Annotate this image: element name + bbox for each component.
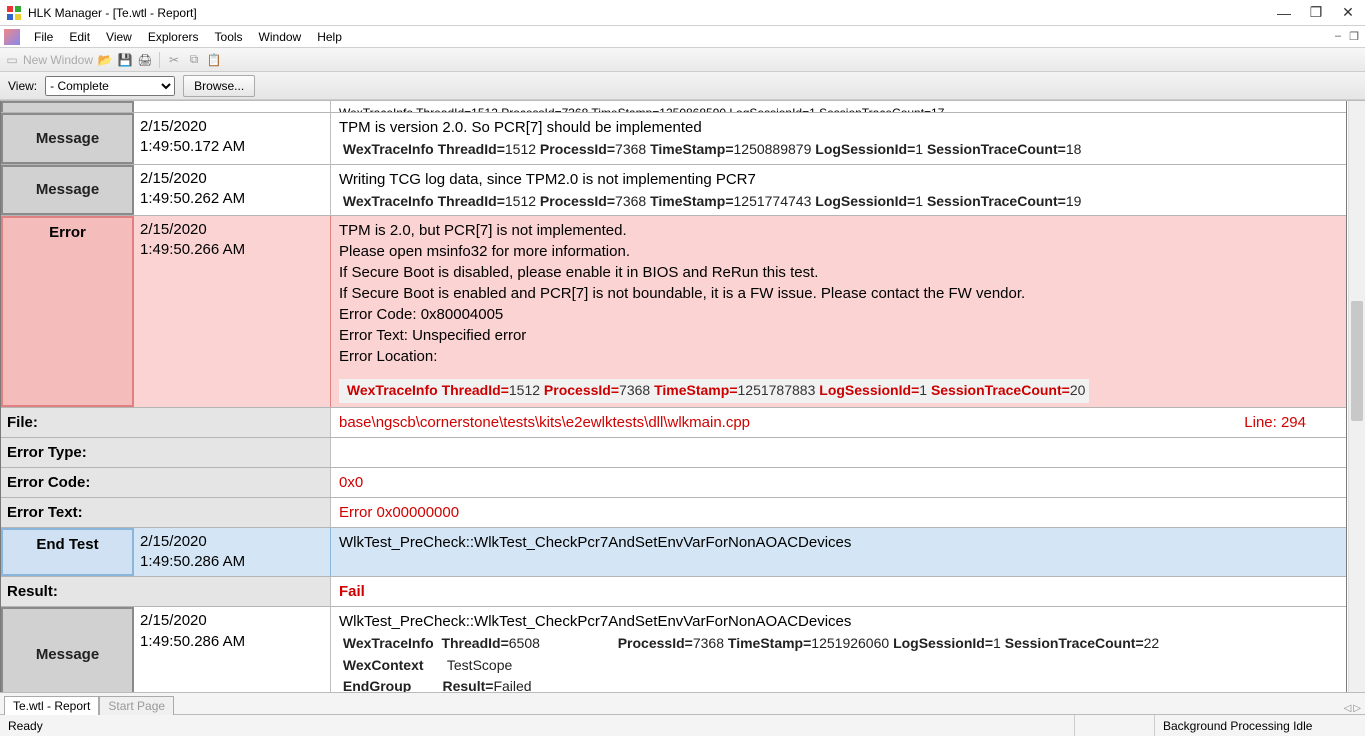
open-icon[interactable]: 📂 (97, 52, 113, 68)
meta-row-result: Result: Fail (1, 577, 1346, 607)
row-text: TPM is version 2.0. So PCR[7] should be … (339, 117, 1338, 138)
trace-line: WexContext TestScope (339, 656, 1338, 676)
trace-line: WexTraceInfo ThreadId=1512 ProcessId=736… (339, 140, 1338, 160)
meta-value: Fail (331, 577, 1346, 606)
row-type: Message (1, 113, 134, 164)
row-text: WlkTest_PreCheck::WlkTest_CheckPcr7AndSe… (331, 528, 1346, 577)
mdi-restore-icon[interactable]: ❐ (1347, 30, 1361, 43)
window-title: HLK Manager - [Te.wtl - Report] (28, 6, 1277, 20)
menu-tools[interactable]: Tools (207, 28, 251, 46)
tab-report[interactable]: Te.wtl - Report (4, 696, 99, 715)
report-area: WexTraceInfo ThreadId=1512 ProcessId=736… (0, 100, 1365, 692)
row-type: Error (1, 216, 134, 407)
maximize-button[interactable]: ❐ (1309, 6, 1323, 20)
view-select[interactable]: - Complete (45, 76, 175, 96)
tab-start-page[interactable]: Start Page (99, 696, 174, 715)
row-time: 1:49:50.286 AM (140, 632, 324, 652)
menu-view[interactable]: View (98, 28, 140, 46)
meta-label: Error Code: (1, 468, 331, 497)
meta-row-error-code: Error Code: 0x0 (1, 468, 1346, 498)
meta-value (331, 438, 1346, 467)
viewbar: View: - Complete Browse... (0, 72, 1365, 100)
row-date: 2/15/2020 (140, 611, 324, 631)
cut-icon[interactable]: ✂ (166, 52, 182, 68)
tab-nav-right-icon[interactable]: ▷ (1353, 703, 1361, 714)
mdi-icon (4, 29, 20, 45)
error-line: If Secure Boot is enabled and PCR[7] is … (339, 283, 1338, 304)
row-type: Message (1, 165, 134, 216)
menu-explorers[interactable]: Explorers (140, 28, 207, 46)
trace-line: WexTraceInfo ThreadId=1512 ProcessId=736… (339, 192, 1338, 212)
error-trace: WexTraceInfo ThreadId=1512 ProcessId=736… (339, 379, 1089, 403)
error-line: Error Code: 0x80004005 (339, 304, 1338, 325)
error-line: TPM is 2.0, but PCR[7] is not implemente… (339, 220, 1338, 241)
tab-nav-left-icon[interactable]: ◁ (1344, 703, 1352, 714)
row-time: 1:49:50.266 AM (140, 240, 324, 260)
menu-file[interactable]: File (26, 28, 61, 46)
trace-text: WexTraceInfo ThreadId=1512 ProcessId=736… (339, 106, 944, 113)
row-time: 1:49:50.262 AM (140, 189, 324, 209)
row-type: Message (1, 607, 134, 692)
row-time: 1:49:50.286 AM (140, 552, 324, 572)
toolbar: ▭ New Window 📂 💾 🖨 ✂ ⧉ 📋 (0, 48, 1365, 72)
view-label: View: (8, 79, 37, 93)
meta-row-file: File: base\ngscb\cornerstone\tests\kits\… (1, 408, 1346, 438)
meta-value: 0x0 (331, 468, 1346, 497)
document-tabs: Te.wtl - Report Start Page ◁ ▷ (0, 692, 1365, 714)
log-row-message[interactable]: Message 2/15/2020 1:49:50.286 AM WlkTest… (1, 607, 1346, 692)
meta-label: Error Text: (1, 498, 331, 527)
new-window-icon: ▭ (4, 52, 20, 68)
new-window-button[interactable]: ▭ New Window (4, 52, 93, 68)
log-row-endtest[interactable]: End Test 2/15/2020 1:49:50.286 AM WlkTes… (1, 528, 1346, 578)
error-line: Please open msinfo32 for more informatio… (339, 241, 1338, 262)
close-button[interactable]: ✕ (1341, 6, 1355, 20)
row-type: End Test (1, 528, 134, 577)
print-icon[interactable]: 🖨 (137, 52, 153, 68)
row-date: 2/15/2020 (140, 169, 324, 189)
meta-row-error-text: Error Text: Error 0x00000000 (1, 498, 1346, 528)
meta-row-error-type: Error Type: (1, 438, 1346, 468)
status-ready: Ready (0, 715, 1075, 736)
menubar: File Edit View Explorers Tools Window He… (0, 26, 1365, 48)
menu-edit[interactable]: Edit (61, 28, 98, 46)
error-line: Error Text: Unspecified error (339, 325, 1338, 346)
copy-icon[interactable]: ⧉ (186, 52, 202, 68)
browse-button[interactable]: Browse... (183, 75, 255, 97)
status-cell (1075, 715, 1155, 736)
trace-line: WexTraceInfo ThreadId=6508 ProcessId=736… (339, 634, 1338, 654)
log-row: WexTraceInfo ThreadId=1512 ProcessId=736… (1, 101, 1346, 113)
save-icon[interactable]: 💾 (117, 52, 133, 68)
vertical-scrollbar[interactable] (1348, 101, 1365, 692)
mdi-minimize-icon[interactable]: – (1333, 30, 1343, 43)
row-text: WlkTest_PreCheck::WlkTest_CheckPcr7AndSe… (339, 611, 1338, 632)
log-row-message[interactable]: Message 2/15/2020 1:49:50.262 AM Writing… (1, 165, 1346, 217)
menu-help[interactable]: Help (309, 28, 350, 46)
window-titlebar: HLK Manager - [Te.wtl - Report] — ❐ ✕ (0, 0, 1365, 26)
meta-label: Result: (1, 577, 331, 606)
menu-window[interactable]: Window (251, 28, 310, 46)
meta-label: Error Type: (1, 438, 331, 467)
meta-label: File: (1, 408, 331, 437)
log-row-message[interactable]: Message 2/15/2020 1:49:50.172 AM TPM is … (1, 113, 1346, 165)
app-icon (6, 5, 22, 21)
error-line: Error Location: (339, 346, 1338, 367)
row-date: 2/15/2020 (140, 532, 324, 552)
row-date: 2/15/2020 (140, 220, 324, 240)
meta-value: Error 0x00000000 (331, 498, 1346, 527)
row-date: 2/15/2020 (140, 117, 324, 137)
error-line: If Secure Boot is disabled, please enabl… (339, 262, 1338, 283)
toolbar-separator (159, 52, 160, 68)
status-background: Background Processing Idle (1155, 715, 1365, 736)
minimize-button[interactable]: — (1277, 6, 1291, 20)
trace-line: EndGroup Result=Failed (339, 677, 1338, 692)
statusbar: Ready Background Processing Idle (0, 714, 1365, 736)
row-text: Writing TCG log data, since TPM2.0 is no… (339, 169, 1338, 190)
scrollbar-thumb[interactable] (1351, 301, 1363, 421)
meta-value: base\ngscb\cornerstone\tests\kits\e2ewlk… (339, 412, 750, 433)
row-time: 1:49:50.172 AM (140, 137, 324, 157)
paste-icon[interactable]: 📋 (206, 52, 222, 68)
log-row-error[interactable]: Error 2/15/2020 1:49:50.266 AM TPM is 2.… (1, 216, 1346, 408)
